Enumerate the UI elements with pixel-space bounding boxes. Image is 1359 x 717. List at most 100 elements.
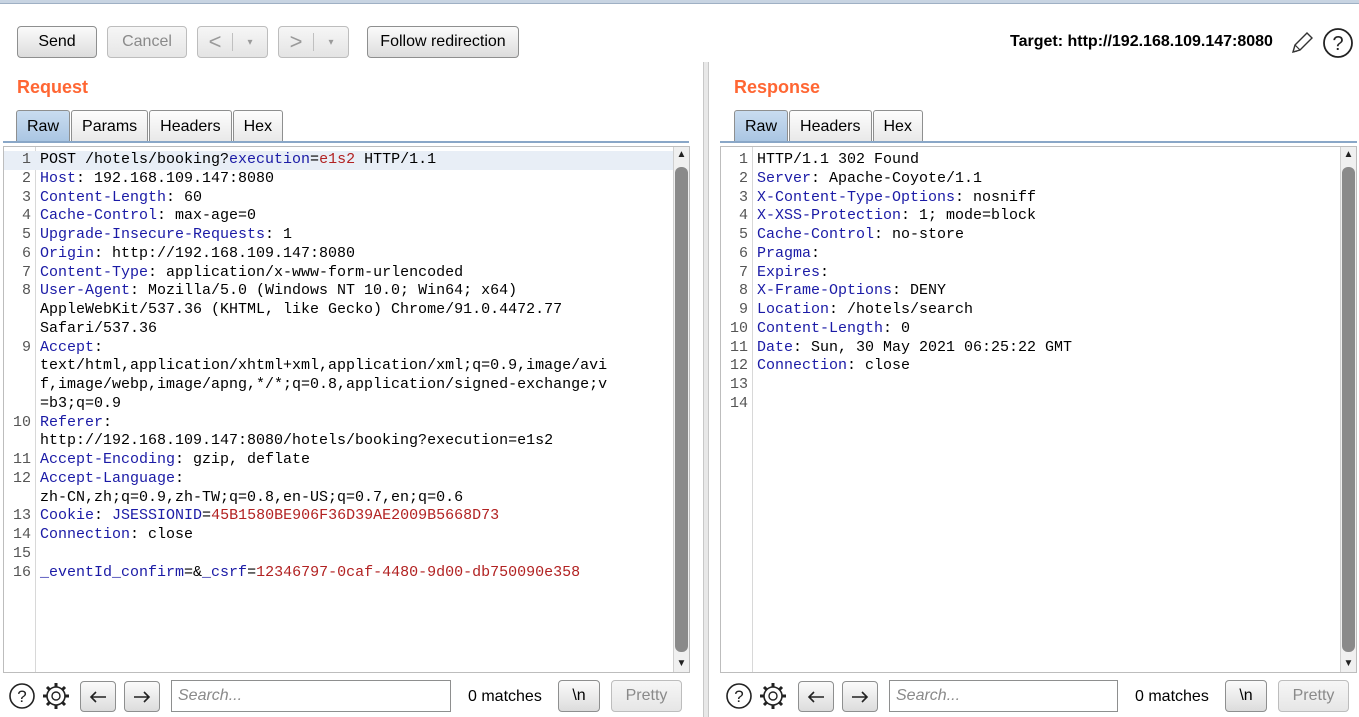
line-text[interactable]: Date: Sun, 30 May 2021 06:25:22 GMT: [757, 339, 1072, 358]
scroll-down-icon[interactable]: ▼: [1341, 656, 1356, 672]
line-text[interactable]: Connection: close: [757, 357, 910, 376]
scroll-up-icon[interactable]: ▲: [1341, 147, 1356, 163]
code-line[interactable]: 3 X-Content-Type-Options: nosniff: [721, 189, 1340, 208]
code-line[interactable]: 14 Connection: close: [4, 526, 673, 545]
follow-redirection-button[interactable]: Follow redirection: [367, 26, 519, 58]
pretty-button[interactable]: Pretty: [1278, 680, 1349, 712]
response-body[interactable]: 1 HTTP/1.1 302 Found 2 Server: Apache-Coyot…: [721, 151, 1340, 414]
response-editor[interactable]: 1 HTTP/1.1 302 Found 2 Server: Apache-Coyot…: [720, 146, 1357, 673]
send-button[interactable]: Send: [17, 26, 97, 58]
search-next-button[interactable]: [842, 681, 878, 712]
help-icon[interactable]: ?: [725, 682, 753, 710]
request-editor[interactable]: 1 POST /hotels/booking?execution=e1s2 HTT…: [3, 146, 690, 673]
tab-headers[interactable]: Headers: [789, 110, 872, 142]
scroll-down-icon[interactable]: ▼: [674, 656, 689, 672]
code-line[interactable]: 3 Content-Length: 60: [4, 189, 673, 208]
code-line[interactable]: 1 POST /hotels/booking?execution=e1s2 HTT…: [4, 151, 673, 170]
line-text[interactable]: User-Agent: Mozilla/5.0 (Windows NT 10.0…: [40, 282, 517, 301]
code-line[interactable]: 10 Referer:: [4, 414, 673, 433]
line-text[interactable]: X-XSS-Protection: 1; mode=block: [757, 207, 1036, 226]
pane-splitter[interactable]: [703, 62, 709, 717]
line-text[interactable]: =b3;q=0.9: [40, 395, 121, 414]
back-dropdown-icon[interactable]: ▾: [233, 37, 267, 48]
code-line[interactable]: =b3;q=0.9: [4, 395, 673, 414]
cancel-button[interactable]: Cancel: [107, 26, 187, 58]
line-text[interactable]: text/html,application/xhtml+xml,applicat…: [40, 357, 607, 376]
code-line[interactable]: Safari/537.36: [4, 320, 673, 339]
code-line[interactable]: 1 HTTP/1.1 302 Found: [721, 151, 1340, 170]
code-line[interactable]: 7 Expires:: [721, 264, 1340, 283]
code-line[interactable]: zh-CN,zh;q=0.9,zh-TW;q=0.8,en-US;q=0.7,e…: [4, 489, 673, 508]
help-icon[interactable]: ?: [1322, 27, 1354, 59]
tab-raw[interactable]: Raw: [16, 110, 71, 142]
pencil-icon[interactable]: [1289, 30, 1315, 56]
search-previous-button[interactable]: [798, 681, 834, 712]
line-text[interactable]: Upgrade-Insecure-Requests: 1: [40, 226, 292, 245]
line-text[interactable]: X-Content-Type-Options: nosniff: [757, 189, 1036, 208]
scroll-up-icon[interactable]: ▲: [674, 147, 689, 163]
code-line[interactable]: 6 Pragma:: [721, 245, 1340, 264]
line-text[interactable]: Location: /hotels/search: [757, 301, 973, 320]
gear-icon[interactable]: [41, 681, 71, 711]
tab-hex[interactable]: Hex: [232, 110, 284, 142]
code-line[interactable]: 12 Connection: close: [721, 357, 1340, 376]
line-text[interactable]: zh-CN,zh;q=0.9,zh-TW;q=0.8,en-US;q=0.7,e…: [40, 489, 463, 508]
request-body[interactable]: 1 POST /hotels/booking?execution=e1s2 HTT…: [4, 151, 673, 582]
code-line[interactable]: 10 Content-Length: 0: [721, 320, 1340, 339]
code-line[interactable]: 9 Location: /hotels/search: [721, 301, 1340, 320]
code-line[interactable]: 7 Content-Type: application/x-www-form-ur…: [4, 264, 673, 283]
forward-button[interactable]: > ▾: [278, 26, 349, 58]
code-line[interactable]: 4 Cache-Control: max-age=0: [4, 207, 673, 226]
line-text[interactable]: Referer:: [40, 414, 112, 433]
response-search-input[interactable]: [889, 680, 1118, 712]
line-text[interactable]: Cache-Control: max-age=0: [40, 207, 256, 226]
code-line[interactable]: f,image/webp,image/apng,*/*;q=0.8,applic…: [4, 376, 673, 395]
code-line[interactable]: 15: [4, 545, 673, 564]
code-line[interactable]: 14: [721, 395, 1340, 414]
forward-dropdown-icon[interactable]: ▾: [314, 37, 348, 48]
line-text[interactable]: POST /hotels/booking?execution=e1s2 HTTP…: [40, 151, 436, 170]
line-text[interactable]: HTTP/1.1 302 Found: [757, 151, 919, 170]
code-line[interactable]: http://192.168.109.147:8080/hotels/booki…: [4, 432, 673, 451]
newline-toggle-button[interactable]: \n: [1225, 680, 1267, 712]
help-icon[interactable]: ?: [8, 682, 36, 710]
code-line[interactable]: 6 Origin: http://192.168.109.147:8080: [4, 245, 673, 264]
newline-toggle-button[interactable]: \n: [558, 680, 600, 712]
line-text[interactable]: f,image/webp,image/apng,*/*;q=0.8,applic…: [40, 376, 607, 395]
code-line[interactable]: 2 Host: 192.168.109.147:8080: [4, 170, 673, 189]
code-line[interactable]: 2 Server: Apache-Coyote/1.1: [721, 170, 1340, 189]
line-text[interactable]: Server: Apache-Coyote/1.1: [757, 170, 982, 189]
line-text[interactable]: Expires:: [757, 264, 829, 283]
line-text[interactable]: Connection: close: [40, 526, 193, 545]
code-line[interactable]: AppleWebKit/537.36 (KHTML, like Gecko) C…: [4, 301, 673, 320]
scroll-thumb[interactable]: [675, 167, 688, 652]
code-line[interactable]: 11 Accept-Encoding: gzip, deflate: [4, 451, 673, 470]
line-text[interactable]: X-Frame-Options: DENY: [757, 282, 946, 301]
line-text[interactable]: Accept-Encoding: gzip, deflate: [40, 451, 310, 470]
line-text[interactable]: AppleWebKit/537.36 (KHTML, like Gecko) C…: [40, 301, 562, 320]
back-button[interactable]: < ▾: [197, 26, 268, 58]
search-next-button[interactable]: [124, 681, 160, 712]
line-text[interactable]: Origin: http://192.168.109.147:8080: [40, 245, 355, 264]
line-text[interactable]: Pragma:: [757, 245, 820, 264]
gear-icon[interactable]: [758, 681, 788, 711]
line-text[interactable]: Cookie: JSESSIONID=45B1580BE906F36D39AE2…: [40, 507, 499, 526]
tab-headers[interactable]: Headers: [149, 110, 232, 142]
code-line[interactable]: 5 Cache-Control: no-store: [721, 226, 1340, 245]
tab-raw[interactable]: Raw: [734, 110, 789, 142]
line-text[interactable]: Host: 192.168.109.147:8080: [40, 170, 274, 189]
code-line[interactable]: 8 User-Agent: Mozilla/5.0 (Windows NT 10.…: [4, 282, 673, 301]
tab-params[interactable]: Params: [71, 110, 149, 142]
line-text[interactable]: Content-Type: application/x-www-form-url…: [40, 264, 463, 283]
line-text[interactable]: http://192.168.109.147:8080/hotels/booki…: [40, 432, 553, 451]
line-text[interactable]: Accept:: [40, 339, 103, 358]
line-text[interactable]: Content-Length: 0: [757, 320, 910, 339]
tab-hex[interactable]: Hex: [872, 110, 923, 142]
code-line[interactable]: 11 Date: Sun, 30 May 2021 06:25:22 GMT: [721, 339, 1340, 358]
code-line[interactable]: 13 Cookie: JSESSIONID=45B1580BE906F36D39A…: [4, 507, 673, 526]
code-line[interactable]: text/html,application/xhtml+xml,applicat…: [4, 357, 673, 376]
line-text[interactable]: Cache-Control: no-store: [757, 226, 964, 245]
line-text[interactable]: Accept-Language:: [40, 470, 184, 489]
scroll-thumb[interactable]: [1342, 167, 1355, 652]
pretty-button[interactable]: Pretty: [611, 680, 682, 712]
